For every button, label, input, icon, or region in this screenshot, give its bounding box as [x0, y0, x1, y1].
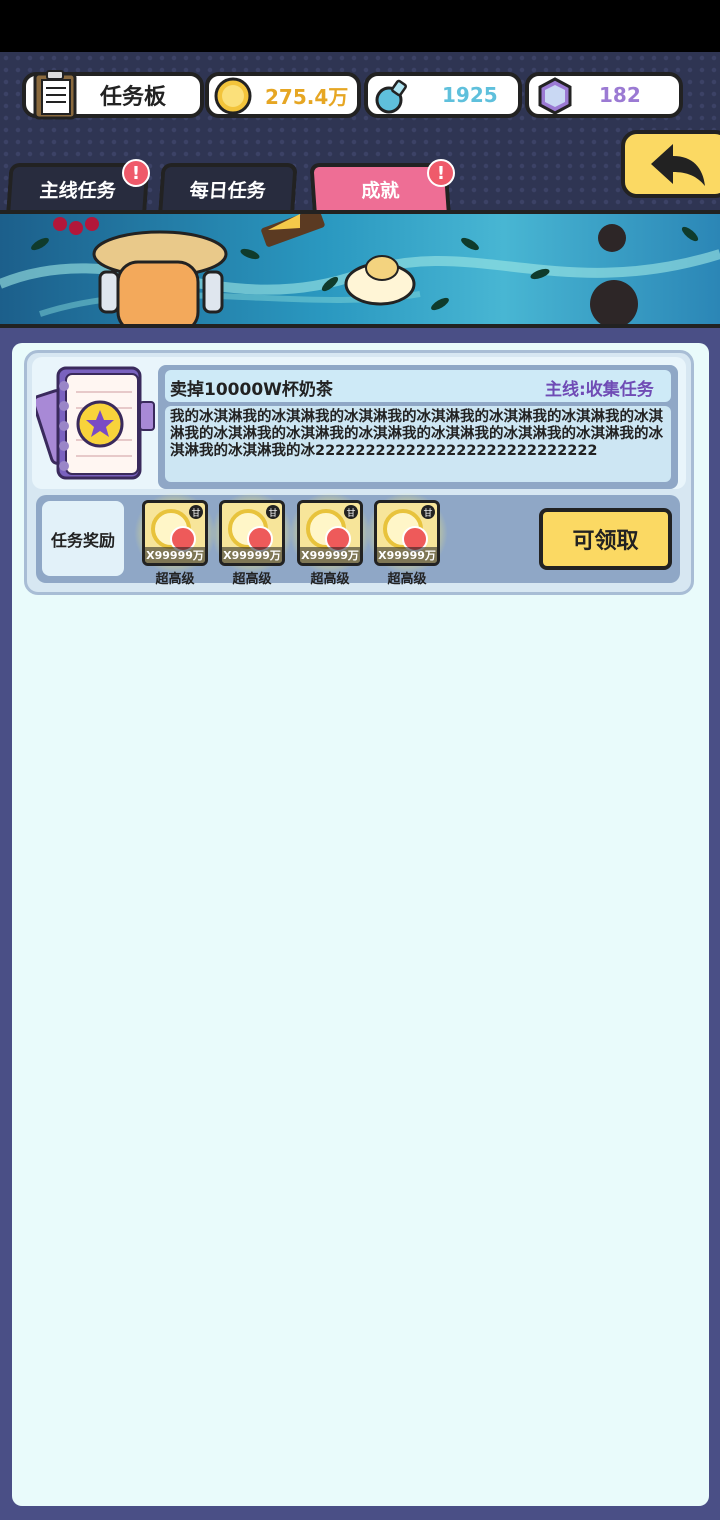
tab-daily-quest[interactable]: 每日任务 [158, 163, 298, 211]
gold-value: 275.4万 [265, 84, 349, 109]
reward-tag: 甘 [344, 505, 358, 519]
gold-coin-icon [213, 76, 253, 120]
gem-value: 182 [599, 83, 641, 107]
straw-hat-cat-icon [92, 230, 228, 324]
task-title: 卖掉10000W杯奶茶 [170, 380, 333, 400]
reward-grade: 超高级 [232, 572, 272, 587]
main-quest-alert-icon: ! [122, 159, 150, 187]
hexagon-gem-icon [535, 76, 575, 120]
reward-quantity: X99999万 [377, 547, 437, 563]
decorative-banner [0, 210, 720, 328]
reward-tag: 甘 [266, 505, 280, 519]
claim-button[interactable]: 可领取 [539, 508, 672, 570]
reward-tag: 甘 [189, 505, 203, 519]
tab-daily-quest-label: 每日任务 [188, 179, 267, 202]
gem-counter[interactable]: 182 [525, 72, 683, 118]
reward-item[interactable]: 甘 X99999万 超高级 [366, 492, 448, 587]
potion-bottle-icon [372, 76, 412, 120]
task-description: 我的冰淇淋我的冰淇淋我的冰淇淋我的冰淇淋我的冰淇淋我的冰淇淋我的冰淇淋我的冰淇淋… [170, 409, 663, 459]
reward-label: 任务奖励 [42, 501, 124, 576]
reward-item[interactable]: 甘 X99999万 超高级 [289, 492, 371, 587]
reward-grade: 超高级 [387, 572, 427, 587]
task-type: 主线:收集任务 [545, 380, 654, 400]
task-board-title: 任务板 [22, 70, 204, 120]
reward-item[interactable]: 甘 X99999万 超高级 [134, 492, 216, 587]
reward-quantity: X99999万 [222, 547, 282, 563]
task-board-label: 任务板 [100, 85, 167, 110]
gold-counter[interactable]: 275.4万 [205, 72, 361, 118]
tab-achievement-label: 成就 [360, 179, 401, 202]
reward-item[interactable]: 甘 X99999万 超高级 [211, 492, 293, 587]
bottle-value: 1925 [442, 83, 498, 107]
back-arrow-icon [647, 140, 709, 194]
bottle-counter[interactable]: 1925 [364, 72, 522, 118]
reward-quantity: X99999万 [300, 547, 360, 563]
reward-tag: 甘 [421, 505, 435, 519]
notebook-star-icon [31, 362, 156, 490]
achievement-alert-icon: ! [427, 159, 455, 187]
reward-quantity: X99999万 [145, 547, 205, 563]
reward-grade: 超高级 [310, 572, 350, 587]
reward-grade: 超高级 [155, 572, 195, 587]
cheese-icon [261, 214, 325, 247]
back-button[interactable] [621, 130, 720, 198]
claim-button-label: 可领取 [572, 529, 639, 554]
tab-main-quest-label: 主线任务 [38, 179, 117, 202]
clipboard-icon [32, 70, 78, 120]
